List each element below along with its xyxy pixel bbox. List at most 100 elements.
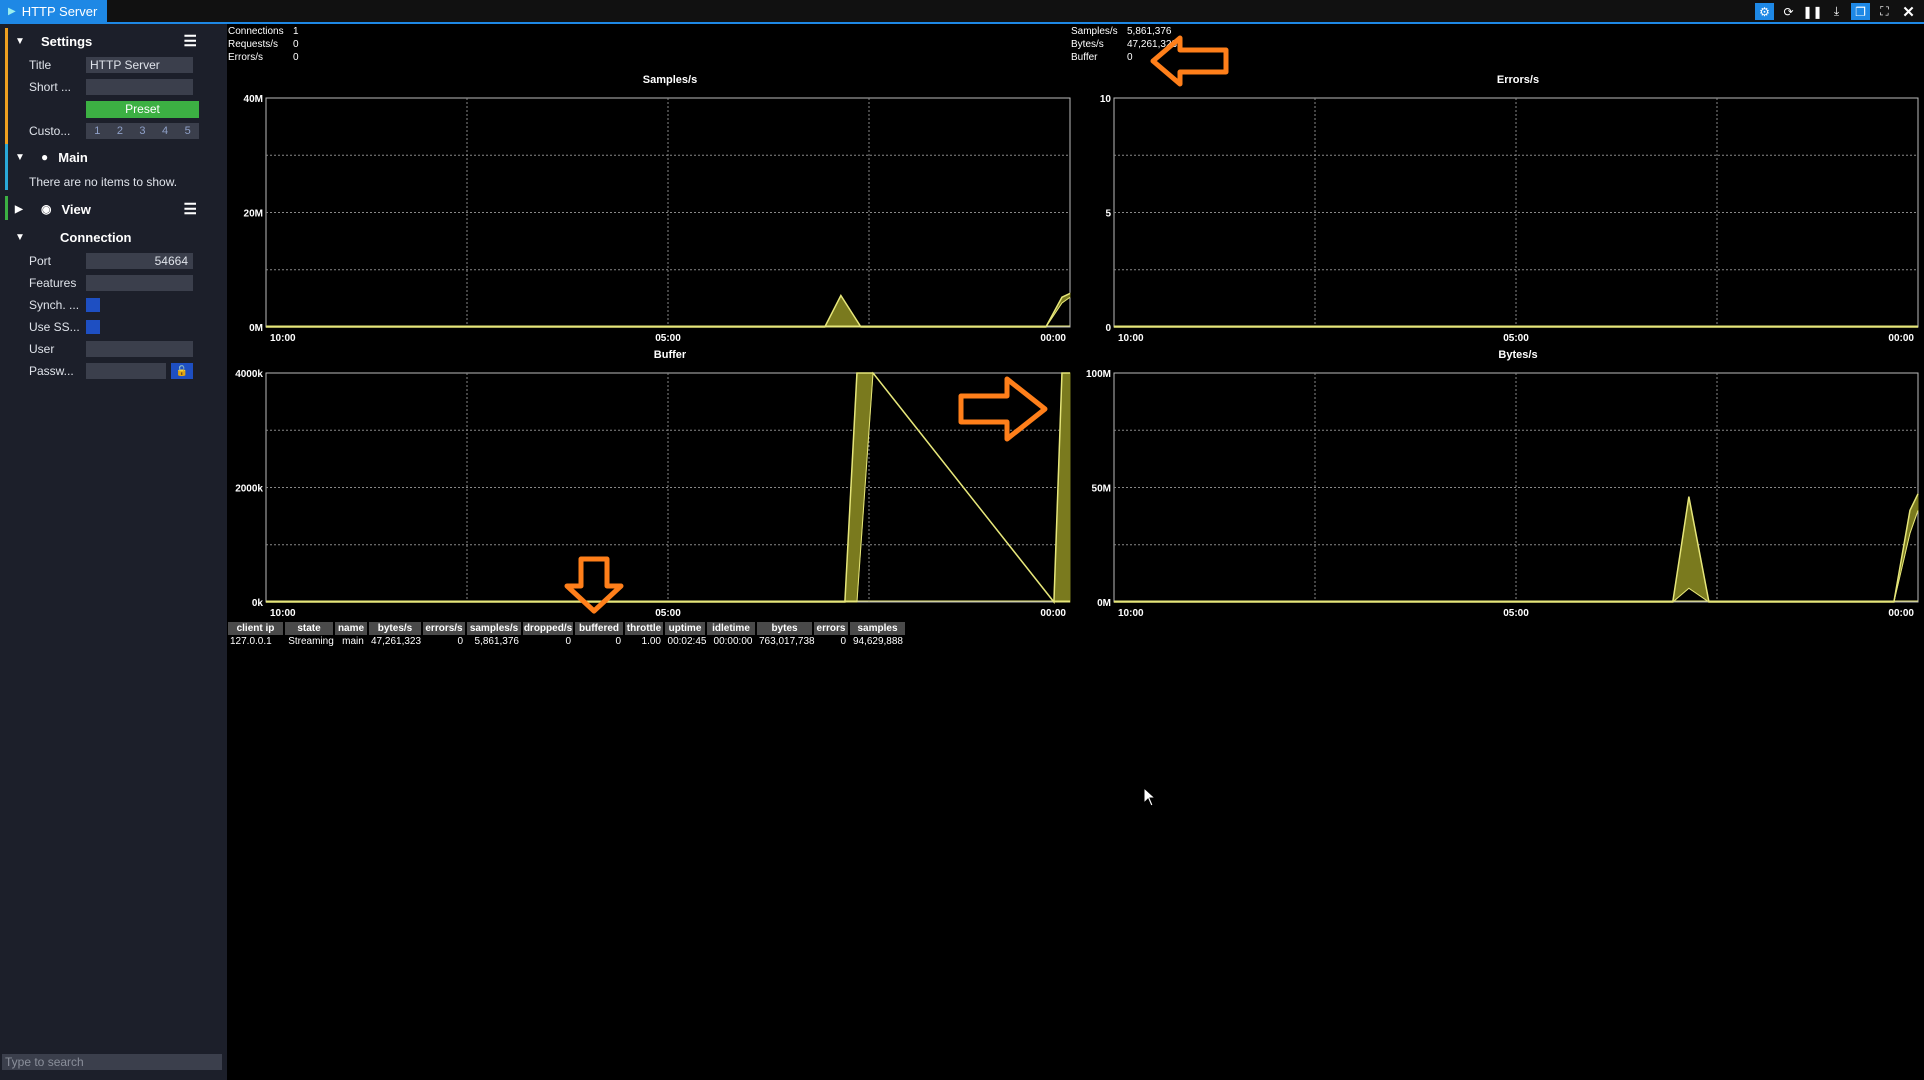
y-tick-label: 4000k xyxy=(235,369,263,380)
table-cell: Streaming xyxy=(288,636,334,647)
tab-http-server[interactable]: ▶ HTTP Server xyxy=(0,0,108,22)
short-row: Short ... xyxy=(0,76,227,98)
fullscreen-icon[interactable]: ⛶ xyxy=(1875,3,1894,20)
features-label: Features xyxy=(29,276,77,290)
column-header[interactable]: samples/s xyxy=(467,622,521,635)
user-icon: ● xyxy=(41,150,49,164)
y-tick-label: 0M xyxy=(1097,598,1111,609)
caret-right-icon[interactable]: ▶ xyxy=(15,204,27,215)
pause-icon[interactable]: ❚❚ xyxy=(1802,3,1822,20)
column-header[interactable]: bytes xyxy=(757,622,812,635)
short-label: Short ... xyxy=(29,80,72,94)
caret-down-icon[interactable]: ▼ xyxy=(15,36,27,47)
y-tick-label: 40M xyxy=(244,94,263,105)
port-field[interactable]: 54664 xyxy=(86,253,193,269)
caret-down-icon[interactable]: ▼ xyxy=(15,232,27,243)
custom-number-5[interactable]: 5 xyxy=(185,123,191,139)
custom-number-2[interactable]: 2 xyxy=(117,123,123,139)
chart-buffer-svg: 4000k 2000k 0k 10:00 05:00 00:00 xyxy=(235,369,1071,619)
y-tick-label: 0 xyxy=(1105,323,1111,334)
x-tick-label: 05:00 xyxy=(1503,333,1529,344)
arrow-down-annotation xyxy=(564,556,624,614)
main-empty-message: There are no items to show. xyxy=(29,175,178,189)
synch-checkbox[interactable] xyxy=(86,298,100,312)
table-cell: 0 xyxy=(615,636,621,647)
table-cell: 1.00 xyxy=(641,636,661,647)
view-header[interactable]: ▶ ◉ View ☰ xyxy=(0,196,227,222)
settings-title: Settings xyxy=(41,33,93,49)
preset-button[interactable]: Preset xyxy=(86,100,199,118)
column-header[interactable]: client ip xyxy=(228,622,283,635)
custom-number-3[interactable]: 3 xyxy=(139,123,145,139)
close-icon[interactable]: ✕ xyxy=(1899,3,1918,21)
chart-bytes[interactable]: 100M 50M 0M 10:00 05:00 00:00 xyxy=(1076,365,1924,621)
port-row: Port 54664 xyxy=(0,250,227,272)
download-icon[interactable]: ⤓ xyxy=(1827,3,1846,20)
custom-number-grid: 1 2 3 4 5 xyxy=(86,123,199,139)
y-tick-label: 100M xyxy=(1086,369,1111,380)
y-tick-label: 10 xyxy=(1100,94,1112,105)
column-header[interactable]: throttle xyxy=(625,622,663,635)
password-field[interactable] xyxy=(86,363,166,379)
usessl-checkbox[interactable] xyxy=(86,320,100,334)
column-header[interactable]: uptime xyxy=(665,622,705,635)
column-header[interactable]: name xyxy=(335,622,367,635)
x-tick-label: 00:00 xyxy=(1888,333,1914,344)
column-header[interactable]: buffered xyxy=(575,622,623,635)
chart-samples-svg: 40M 20M 0M 10:00 05:00 00:00 xyxy=(244,94,1071,344)
table-row[interactable]: 127.0.0.1 Streaming main 47,261,323 0 5,861,3… xyxy=(228,635,909,649)
chart-buffer[interactable]: 4000k 2000k 0k 10:00 05:00 00:00 xyxy=(228,365,1076,621)
short-field[interactable] xyxy=(86,79,193,95)
refresh-icon[interactable]: ⟳ xyxy=(1779,3,1798,20)
mouse-cursor-icon xyxy=(1143,787,1157,807)
column-header[interactable]: samples xyxy=(850,622,905,635)
eye-icon: ◉ xyxy=(41,202,52,216)
stats-left: Connections 1 Requests/s 0 Errors/s 0 xyxy=(228,25,299,64)
port-label: Port xyxy=(29,254,52,268)
column-header[interactable]: errors xyxy=(814,622,848,635)
title-row: Title HTTP Server xyxy=(0,54,227,76)
table-cell: 763,017,738 xyxy=(759,636,815,647)
unlock-icon[interactable]: 🔓 xyxy=(171,363,193,379)
settings-header[interactable]: ▼ Settings ☰ xyxy=(0,28,227,54)
chart-title-samples: Samples/s xyxy=(642,74,698,86)
custom-row: Custo... 1 2 3 4 5 xyxy=(0,120,227,142)
custom-label: Custo... xyxy=(29,124,71,138)
table-cell: main xyxy=(342,636,364,647)
table-cell: 127.0.0.1 xyxy=(230,636,272,647)
connection-title: Connection xyxy=(60,229,132,245)
x-tick-label: 00:00 xyxy=(1040,333,1066,344)
features-field[interactable] xyxy=(86,275,193,291)
restore-icon[interactable]: ❐ xyxy=(1851,3,1870,20)
chart-errors[interactable]: 10 5 0 10:00 05:00 00:00 xyxy=(1076,90,1924,346)
y-tick-label: 0M xyxy=(249,323,263,334)
custom-number-1[interactable]: 1 xyxy=(94,123,100,139)
view-section: ▶ ◉ View ☰ xyxy=(0,196,227,222)
view-accent xyxy=(5,196,8,220)
user-field[interactable] xyxy=(86,341,193,357)
password-label: Passw... xyxy=(29,364,74,378)
custom-number-4[interactable]: 4 xyxy=(162,123,168,139)
connection-header[interactable]: ▼ Connection xyxy=(0,224,227,250)
column-header[interactable]: bytes/s xyxy=(369,622,421,635)
column-header[interactable]: state xyxy=(285,622,333,635)
gear-icon[interactable]: ⚙ xyxy=(1755,3,1774,20)
column-header[interactable]: idletime xyxy=(707,622,755,635)
caret-down-icon[interactable]: ▼ xyxy=(15,152,27,163)
stat-requests: Requests/s 0 xyxy=(228,39,299,50)
menu-icon[interactable]: ☰ xyxy=(184,32,197,50)
search-input[interactable]: Type to search xyxy=(2,1054,222,1070)
x-tick-label: 10:00 xyxy=(1118,333,1144,344)
arrow-left-annotation xyxy=(1150,35,1229,87)
x-tick-label: 00:00 xyxy=(1888,608,1914,619)
main-header[interactable]: ▼ ● Main xyxy=(0,144,227,170)
x-tick-label: 00:00 xyxy=(1040,608,1066,619)
column-header[interactable]: errors/s xyxy=(423,622,465,635)
y-tick-label: 50M xyxy=(1092,484,1111,495)
column-header[interactable]: dropped/s xyxy=(523,622,573,635)
chart-samples[interactable]: 40M 20M 0M 10:00 05:00 00:00 xyxy=(228,90,1076,346)
preset-row: Preset xyxy=(0,98,227,120)
menu-icon[interactable]: ☰ xyxy=(184,200,197,218)
usessl-row: Use SS... xyxy=(0,316,227,338)
title-field[interactable]: HTTP Server xyxy=(86,57,193,73)
